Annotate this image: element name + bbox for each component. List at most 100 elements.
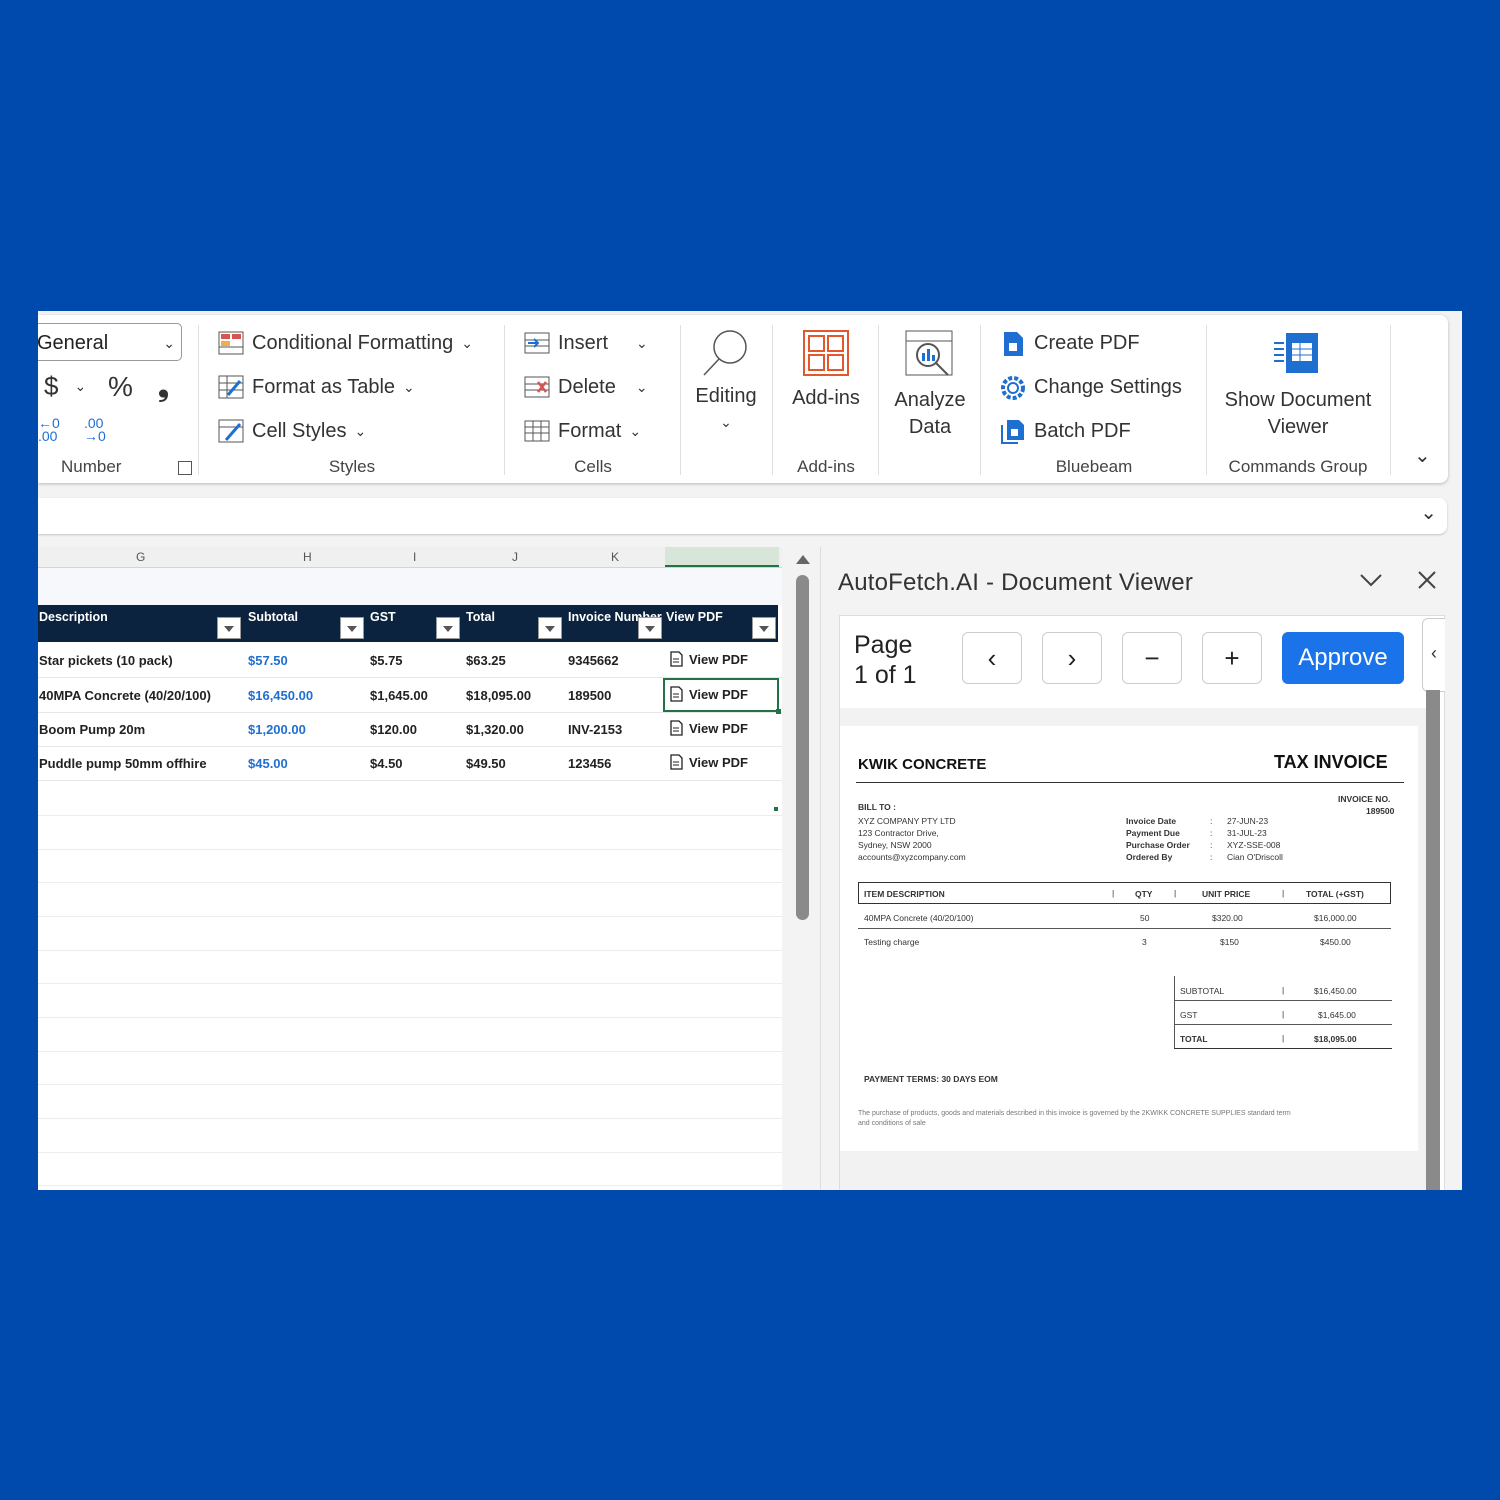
decrease-decimal-button[interactable]: .00 →0 [84, 416, 116, 443]
scroll-up-icon[interactable] [796, 555, 810, 564]
cell-subtotal[interactable]: $45.00 [248, 756, 288, 771]
cell-subtotal[interactable]: $57.50 [248, 653, 288, 668]
view-pdf-button[interactable]: View PDF [670, 651, 748, 667]
collapse-pane-icon[interactable] [1359, 567, 1383, 595]
next-page-button[interactable]: › [1042, 632, 1102, 684]
insert-button[interactable]: Insert ⌄ [524, 331, 648, 355]
cell-subtotal[interactable]: $16,450.00 [248, 688, 313, 703]
delete-cells-icon [524, 375, 550, 399]
commands-group-label: Commands Group [1228, 457, 1368, 476]
cell-total[interactable]: $1,320.00 [466, 722, 524, 737]
grid-line [38, 1084, 782, 1085]
cell-gst[interactable]: $1,645.00 [370, 688, 428, 703]
column-header-g[interactable]: G [136, 550, 145, 564]
gear-icon [1000, 375, 1026, 400]
cell-invoice-number[interactable]: 9345662 [568, 653, 619, 668]
format-button[interactable]: Format ⌄ [524, 419, 641, 443]
view-pdf-label: View PDF [689, 651, 749, 667]
close-icon[interactable] [1416, 563, 1438, 599]
table-row[interactable]: Puddle pump 50mm offhire $45.00 $4.50 $4… [38, 746, 782, 781]
number-format-select[interactable]: General ⌄ [38, 323, 182, 361]
cell-total[interactable]: $63.25 [466, 653, 506, 668]
invoice-number-value: 189500 [1366, 806, 1395, 816]
delete-button[interactable]: Delete ⌄ [524, 375, 648, 399]
bill-to-line: accounts@xyzcompany.com [858, 852, 966, 862]
cell-gst[interactable]: $5.75 [370, 653, 403, 668]
chevron-down-icon[interactable]: ⌄ [1420, 500, 1437, 525]
view-pdf-button[interactable]: View PDF [670, 754, 748, 770]
format-as-table-label: Format as Table [252, 375, 396, 398]
cell-invoice-number[interactable]: 189500 [568, 688, 611, 703]
approve-button[interactable]: Approve [1282, 632, 1404, 684]
increase-decimal-button[interactable]: ←0 .00 [38, 416, 70, 443]
comma-style-button[interactable]: ❟ [158, 371, 169, 404]
meta-value: XYZ-SSE-008 [1227, 840, 1281, 850]
cell-gst[interactable]: $4.50 [370, 756, 403, 771]
cell-description[interactable]: Puddle pump 50mm offhire [39, 756, 207, 771]
filter-dropdown-icon[interactable] [538, 617, 562, 639]
cell-invoice-number[interactable]: 123456 [568, 756, 611, 771]
item-total: $450.00 [1320, 937, 1351, 947]
filter-dropdown-icon[interactable] [436, 617, 460, 639]
column-header-i[interactable]: I [413, 550, 416, 564]
filter-dropdown-icon[interactable] [638, 617, 662, 639]
analyze-data-button[interactable]: Analyze Data [880, 315, 980, 483]
insert-cells-icon [524, 331, 550, 355]
conditional-formatting-button[interactable]: Conditional Formatting ⌄ [218, 331, 473, 355]
document-viewer-icon[interactable] [1272, 331, 1322, 382]
comma-icon: ❟ [158, 371, 169, 402]
cell-gst[interactable]: $120.00 [370, 722, 417, 737]
currency-button[interactable]: $ ⌄ [44, 371, 86, 402]
cell-subtotal[interactable]: $1,200.00 [248, 722, 306, 737]
spreadsheet-grid[interactable]: G H I J K M Description Subtotal GST Tot… [38, 547, 782, 1190]
column-header-j[interactable]: J [512, 550, 518, 564]
cell-total[interactable]: $49.50 [466, 756, 506, 771]
chevron-down-icon: ⌄ [629, 422, 642, 439]
dialog-launcher-icon[interactable] [178, 461, 192, 475]
column-header-h[interactable]: H [303, 550, 312, 564]
editing-group[interactable]: Editing ⌄ [682, 315, 770, 483]
ribbon-expand-chevron-icon[interactable]: ⌄ [1414, 443, 1431, 468]
zoom-in-button[interactable]: + [1202, 632, 1262, 684]
percent-icon: % [108, 371, 133, 402]
zoom-out-button[interactable]: − [1122, 632, 1182, 684]
cell-invoice-number[interactable]: INV-2153 [568, 722, 622, 737]
change-settings-button[interactable]: Change Settings [1000, 375, 1182, 400]
filter-dropdown-icon[interactable] [217, 617, 241, 639]
batch-pdf-button[interactable]: Batch PDF [1000, 419, 1131, 444]
view-pdf-button[interactable]: View PDF [670, 720, 748, 736]
column-header-k[interactable]: K [611, 550, 619, 564]
table-row[interactable]: Star pickets (10 pack) $57.50 $5.75 $63.… [38, 643, 782, 678]
addins-icon[interactable] [802, 329, 850, 382]
meta-label: Ordered By [1126, 852, 1173, 862]
separator [504, 325, 505, 475]
create-pdf-button[interactable]: Create PDF [1000, 331, 1140, 356]
cell-description[interactable]: Star pickets (10 pack) [39, 653, 173, 668]
cell-total[interactable]: $18,095.00 [466, 688, 531, 703]
addins-button-label[interactable]: Add-ins [774, 385, 878, 412]
filter-dropdown-icon[interactable] [752, 617, 776, 639]
addins-group: Add-ins Add-ins [774, 315, 878, 483]
cell-description[interactable]: Boom Pump 20m [39, 722, 145, 737]
table-resize-handle[interactable] [774, 807, 778, 811]
vertical-scrollbar[interactable] [788, 547, 818, 1190]
filter-dropdown-icon[interactable] [340, 617, 364, 639]
percent-button[interactable]: % [108, 371, 133, 403]
cell-styles-button[interactable]: Cell Styles ⌄ [218, 419, 366, 443]
grid-line [38, 950, 782, 951]
view-pdf-label: View PDF [689, 720, 749, 736]
show-document-viewer-label-line2[interactable]: Viewer [1208, 414, 1388, 441]
grid-line [38, 1017, 782, 1018]
format-as-table-button[interactable]: Format as Table ⌄ [218, 375, 415, 399]
viewer-scrollbar[interactable] [1426, 690, 1440, 1190]
chevron-left-icon[interactable]: ‹ [1422, 618, 1445, 692]
active-cell-selection[interactable] [663, 678, 781, 714]
previous-page-button[interactable]: ‹ [962, 632, 1022, 684]
page-label: Page [854, 631, 913, 659]
scrollbar-thumb[interactable] [796, 575, 809, 920]
number-format-value: General [38, 332, 109, 354]
formula-bar[interactable]: ⌄ [38, 498, 1447, 534]
table-row[interactable]: Boom Pump 20m $1,200.00 $120.00 $1,320.0… [38, 712, 782, 747]
cell-description[interactable]: 40MPA Concrete (40/20/100) [39, 688, 211, 703]
show-document-viewer-label-line1[interactable]: Show Document [1208, 387, 1388, 414]
